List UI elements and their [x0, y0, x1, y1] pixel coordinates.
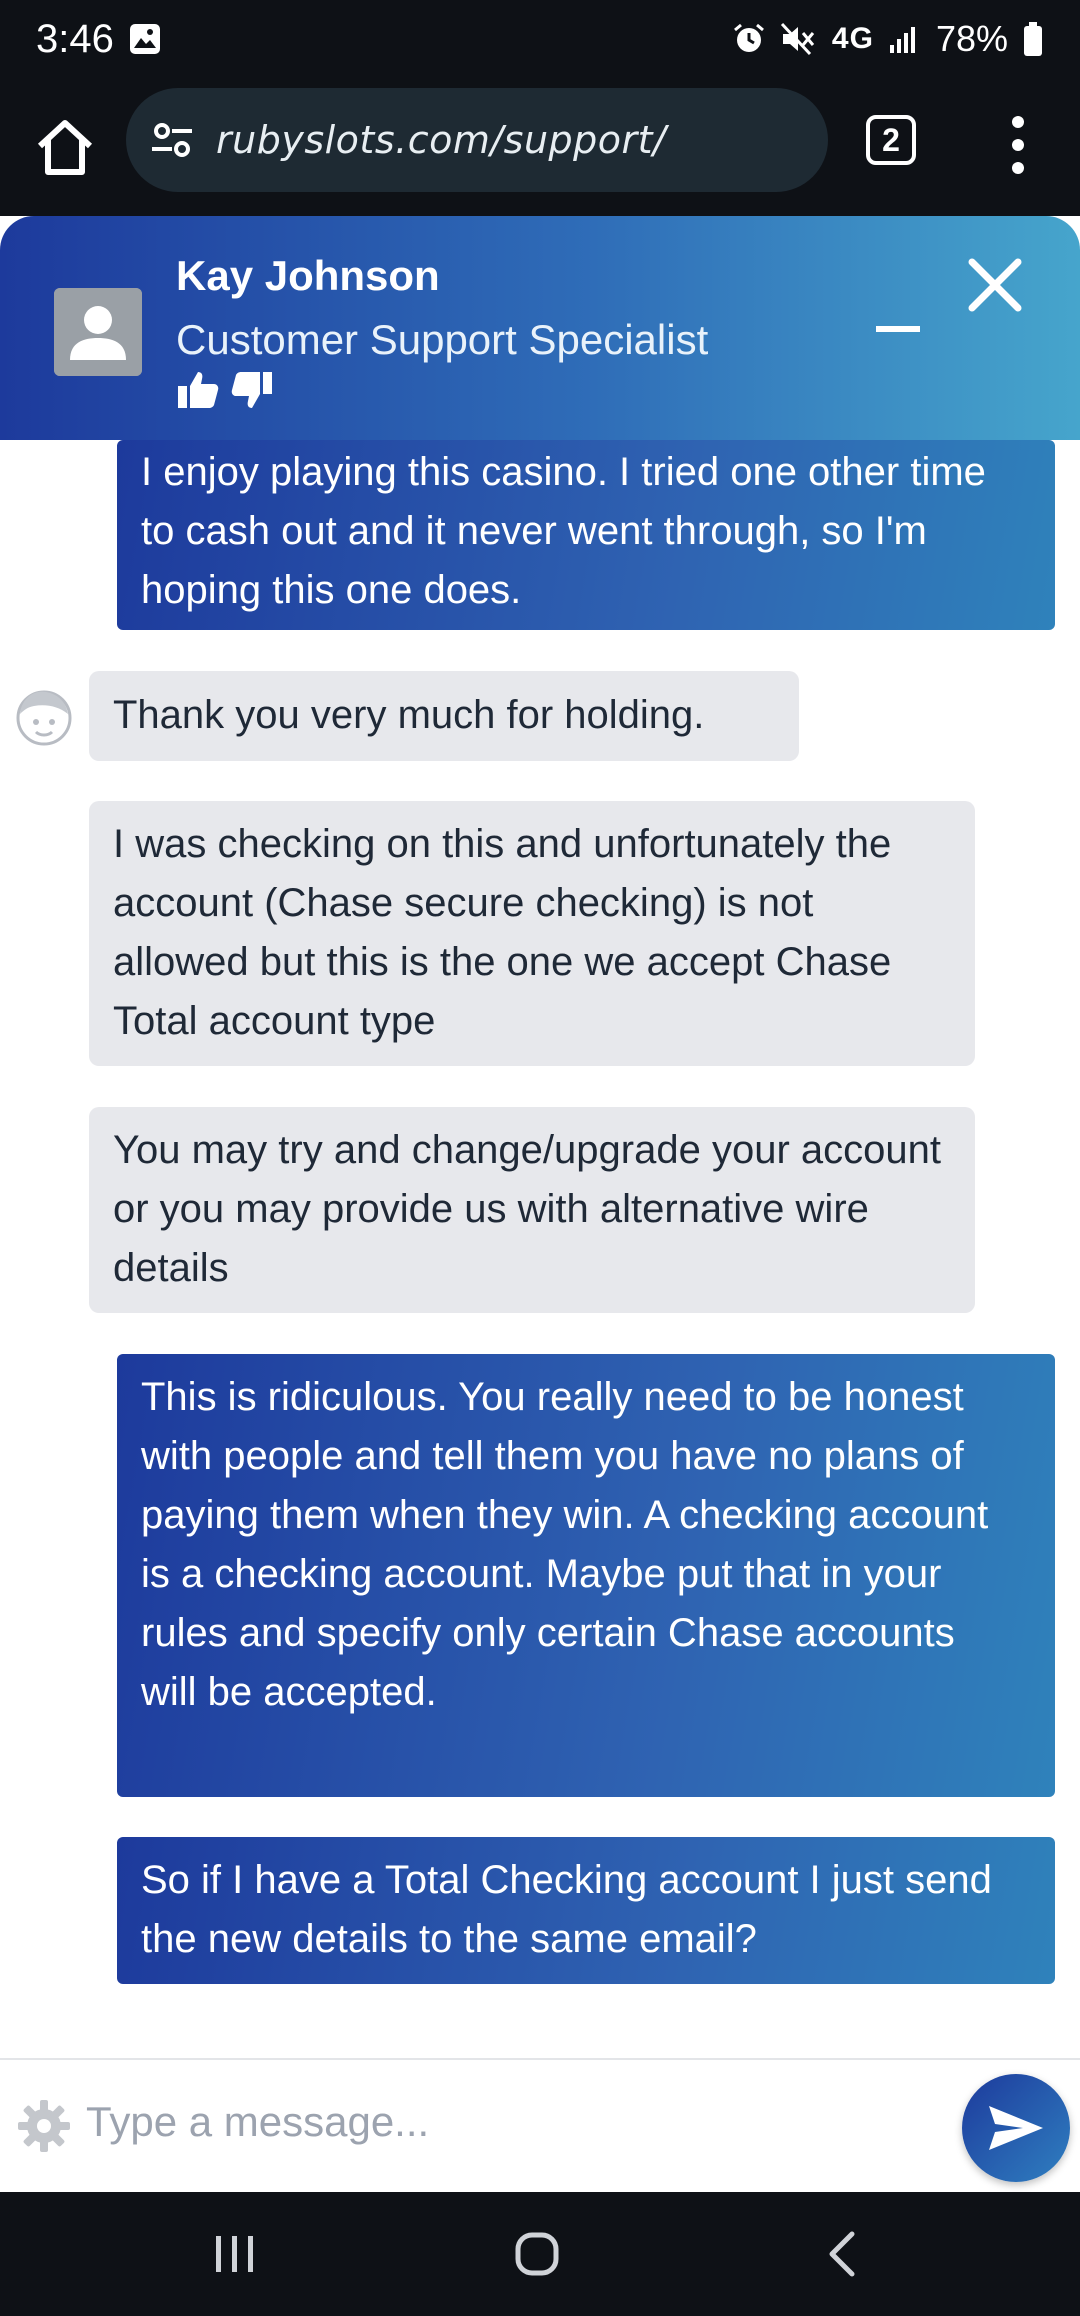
url-text[interactable]: rubyslots.com/support/: [216, 118, 666, 162]
avatar-icon: [54, 288, 142, 376]
site-settings-icon[interactable]: [148, 116, 196, 164]
message-text: You may try and change/upgrade your acco…: [113, 1128, 941, 1290]
more-menu-icon[interactable]: [1000, 110, 1036, 180]
alarm-icon: [733, 23, 764, 52]
home-icon[interactable]: [30, 112, 100, 182]
close-icon[interactable]: [966, 256, 1024, 314]
mute-icon: [780, 22, 815, 56]
chat-header: Kay Johnson Customer Support Specialist: [0, 216, 1080, 440]
message-text: I was checking on this and unfortunately…: [113, 822, 892, 1043]
recents-icon[interactable]: [212, 2234, 258, 2274]
nav-home-icon[interactable]: [514, 2230, 560, 2278]
tab-switcher-icon[interactable]: 2: [866, 115, 916, 165]
battery-percent: 78%: [935, 18, 1008, 59]
tab-count: 2: [882, 121, 900, 158]
message-agent: You may try and change/upgrade your acco…: [89, 1107, 975, 1313]
message-text: This is ridiculous. You really need to b…: [141, 1375, 989, 1714]
signal-icon: [889, 27, 915, 53]
message-text: I enjoy playing this casino. I tried one…: [141, 450, 986, 612]
message-composer: [0, 2058, 1080, 2192]
rating-controls: [176, 370, 274, 410]
network-type: 4G: [831, 22, 874, 55]
status-left: 3:46: [36, 17, 162, 62]
message-text: Thank you very much for holding.: [113, 693, 705, 737]
message-text: So if I have a Total Checking account I …: [141, 1858, 992, 1961]
send-icon: [989, 2106, 1043, 2150]
agent-face-icon: [16, 690, 72, 746]
thumbs-down-icon[interactable]: [230, 370, 274, 410]
address-bar[interactable]: rubyslots.com/support/: [126, 88, 828, 192]
message-user: So if I have a Total Checking account I …: [117, 1837, 1055, 1984]
browser-toolbar: rubyslots.com/support/ 2: [0, 78, 1080, 216]
agent-role: Customer Support Specialist: [176, 316, 709, 363]
back-icon[interactable]: [822, 2230, 862, 2278]
minimize-icon[interactable]: [876, 308, 920, 352]
thumbs-up-icon[interactable]: [176, 370, 220, 410]
message-agent: I was checking on this and unfortunately…: [89, 801, 975, 1066]
status-right: 4G 78%: [732, 18, 1044, 60]
gallery-notification-icon: [129, 24, 160, 54]
message-user: I enjoy playing this casino. I tried one…: [117, 440, 1055, 630]
system-nav-bar: [0, 2192, 1080, 2316]
message-input[interactable]: [86, 2082, 946, 2162]
battery-icon: [1024, 22, 1042, 56]
status-time: 3:46: [36, 16, 114, 61]
message-agent: Thank you very much for holding.: [89, 671, 799, 761]
gear-icon[interactable]: [16, 2098, 72, 2154]
message-list[interactable]: I enjoy playing this casino. I tried one…: [0, 440, 1080, 2058]
message-user: This is ridiculous. You really need to b…: [117, 1354, 1055, 1797]
send-button[interactable]: [962, 2074, 1070, 2182]
agent-name: Kay Johnson: [176, 252, 440, 299]
status-bar: 3:46 4G 78%: [0, 0, 1080, 78]
